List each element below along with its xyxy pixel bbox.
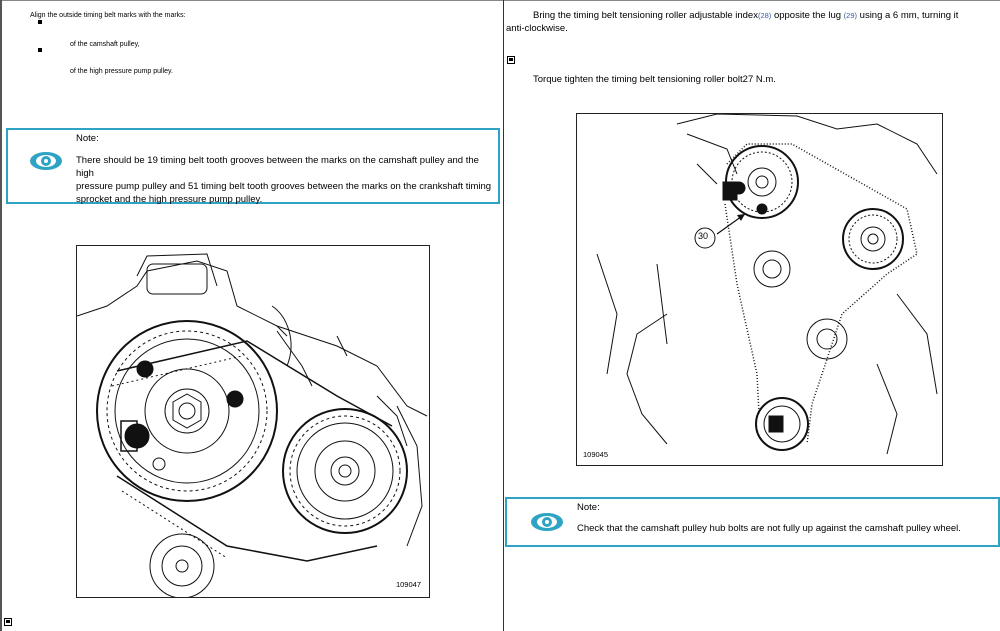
page-left-border [0, 0, 2, 631]
bullet-item: of the high pressure pump pulley. [70, 68, 173, 75]
bullet-item: of the camshaft pulley, [70, 41, 140, 48]
note-box: Note: There should be 19 timing belt too… [6, 128, 500, 206]
ref-29-link[interactable]: (29) [844, 11, 857, 20]
step-1-line2: anti-clockwise. [506, 23, 568, 34]
callout-30: 30 [698, 231, 709, 241]
column-divider [503, 0, 504, 631]
bullet-square-icon [38, 48, 42, 52]
bullet-square-icon [38, 20, 42, 24]
figure-id: 109047 [395, 580, 421, 589]
eye-note-icon [531, 513, 563, 531]
figure-id: 109045 [583, 450, 609, 459]
engine-drawing [596, 114, 938, 455]
eye-note-icon [30, 152, 62, 170]
note-line: pressure pump pulley and 51 timing belt … [76, 181, 492, 192]
note-body: There should be 19 timing belt tooth gro… [76, 154, 498, 206]
ref-28-link[interactable]: (28) [758, 11, 771, 20]
figure-tensioning-roller: 30 109045 [576, 113, 943, 466]
note-box: Note: Check that the camshaft pulley hub… [505, 497, 1000, 547]
note-title: Note: [76, 133, 99, 144]
checkbox-icon[interactable] [4, 618, 12, 626]
figure-camshaft-pump-pulleys: 109047 [76, 245, 430, 598]
step-1-part: using a 6 mm, turning it [857, 10, 959, 21]
engine-drawing [77, 253, 428, 597]
note-line: sprocket and the high pressure pump pull… [76, 194, 263, 205]
note-body: Check that the camshaft pulley hub bolts… [577, 523, 961, 534]
step-1-text: Bring the timing belt tensioning roller … [533, 9, 973, 22]
checkbox-icon[interactable] [507, 56, 515, 64]
step-2-text: Torque tighten the timing belt tensionin… [533, 74, 776, 85]
step-1-part: opposite the lug [771, 10, 844, 21]
step-1-part: Bring the timing belt tensioning roller … [533, 10, 758, 21]
page-top-border [0, 0, 1000, 1]
intro-text: Align the outside timing belt marks with… [30, 12, 186, 19]
note-line: There should be 19 timing belt tooth gro… [76, 155, 479, 179]
note-title: Note: [577, 502, 600, 513]
